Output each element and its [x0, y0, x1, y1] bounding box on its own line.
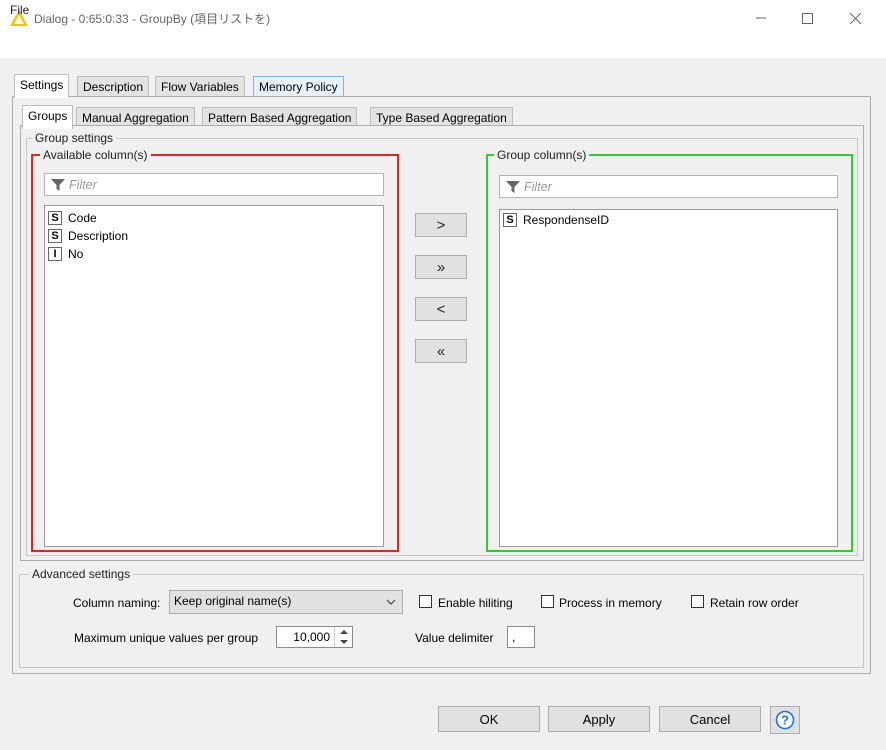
- max-unique-values-label: Maximum unique values per group: [74, 631, 259, 645]
- tab-flow-variables[interactable]: Flow Variables: [155, 76, 245, 98]
- close-button[interactable]: [832, 0, 878, 36]
- chevron-down-icon: [386, 599, 396, 605]
- max-unique-values-spinner[interactable]: 10,000: [276, 626, 353, 648]
- available-columns-legend: Available column(s): [40, 148, 151, 162]
- list-item[interactable]: S RespondenseID: [500, 211, 837, 229]
- group-filter-input[interactable]: Filter: [499, 175, 838, 198]
- column-naming-label: Column naming:: [73, 596, 161, 610]
- column-name: RespondenseID: [523, 213, 610, 227]
- add-all-button[interactable]: »: [415, 255, 467, 279]
- advanced-settings-legend: Advanced settings: [29, 567, 134, 581]
- enable-hiliting-label: Enable hiliting: [438, 596, 513, 610]
- column-naming-value: Keep original name(s): [174, 594, 292, 608]
- process-in-memory-label: Process in memory: [559, 596, 662, 610]
- add-button[interactable]: >: [415, 213, 467, 237]
- menu-file[interactable]: File: [10, 3, 29, 17]
- tab-settings[interactable]: Settings: [14, 74, 70, 98]
- column-name: No: [68, 247, 84, 261]
- maximize-button[interactable]: [784, 0, 830, 36]
- column-name: Code: [68, 211, 97, 225]
- filter-icon: [51, 178, 65, 191]
- string-type-icon: S: [503, 213, 517, 227]
- ok-button[interactable]: OK: [438, 706, 540, 732]
- close-icon: [849, 12, 861, 24]
- available-filter-placeholder: Filter: [69, 177, 97, 192]
- available-filter-input[interactable]: Filter: [44, 173, 384, 196]
- available-columns-list[interactable]: S Code S Description I No: [44, 205, 384, 547]
- list-item[interactable]: I No: [45, 245, 383, 263]
- cancel-button[interactable]: Cancel: [659, 706, 761, 732]
- spinner-down-icon: [340, 640, 348, 644]
- max-unique-values-value: 10,000: [293, 630, 330, 644]
- spinner-arrows[interactable]: [334, 627, 352, 647]
- svg-text:?: ?: [781, 713, 789, 728]
- integer-type-icon: I: [48, 247, 62, 261]
- menu-bar: [0, 36, 886, 58]
- advanced-settings-fieldset: [19, 574, 864, 668]
- group-settings-legend: Group settings: [32, 131, 117, 145]
- column-name: Description: [68, 229, 129, 243]
- string-type-icon: S: [48, 211, 62, 225]
- enable-hiliting-checkbox[interactable]: [419, 595, 432, 608]
- group-columns-legend: Group column(s): [494, 148, 590, 162]
- list-item[interactable]: S Description: [45, 227, 383, 245]
- help-icon: ?: [775, 710, 795, 730]
- tab-memory-policy[interactable]: Memory Policy: [253, 76, 344, 98]
- filter-icon: [506, 180, 520, 193]
- remove-button[interactable]: <: [415, 297, 467, 321]
- value-delimiter-label: Value delimiter: [415, 631, 494, 645]
- minimize-icon: [756, 17, 766, 19]
- group-filter-placeholder: Filter: [524, 179, 552, 194]
- remove-all-button[interactable]: «: [415, 339, 467, 363]
- maximize-icon: [801, 12, 813, 24]
- spinner-up-icon: [340, 630, 348, 634]
- help-button[interactable]: ?: [770, 706, 800, 734]
- value-delimiter-input[interactable]: ,: [507, 626, 535, 648]
- tab-groups[interactable]: Groups: [22, 105, 74, 129]
- apply-button[interactable]: Apply: [548, 706, 650, 732]
- column-naming-select[interactable]: Keep original name(s): [169, 590, 403, 614]
- retain-row-order-label: Retain row order: [710, 596, 799, 610]
- minimize-button[interactable]: [738, 0, 784, 36]
- group-columns-list[interactable]: S RespondenseID: [499, 209, 838, 547]
- process-in-memory-checkbox[interactable]: [541, 595, 554, 608]
- tab-description[interactable]: Description: [77, 76, 150, 98]
- retain-row-order-checkbox[interactable]: [691, 595, 704, 608]
- string-type-icon: S: [48, 229, 62, 243]
- list-item[interactable]: S Code: [45, 209, 383, 227]
- window-title: Dialog - 0:65:0:33 - GroupBy (項目リストを): [34, 12, 271, 26]
